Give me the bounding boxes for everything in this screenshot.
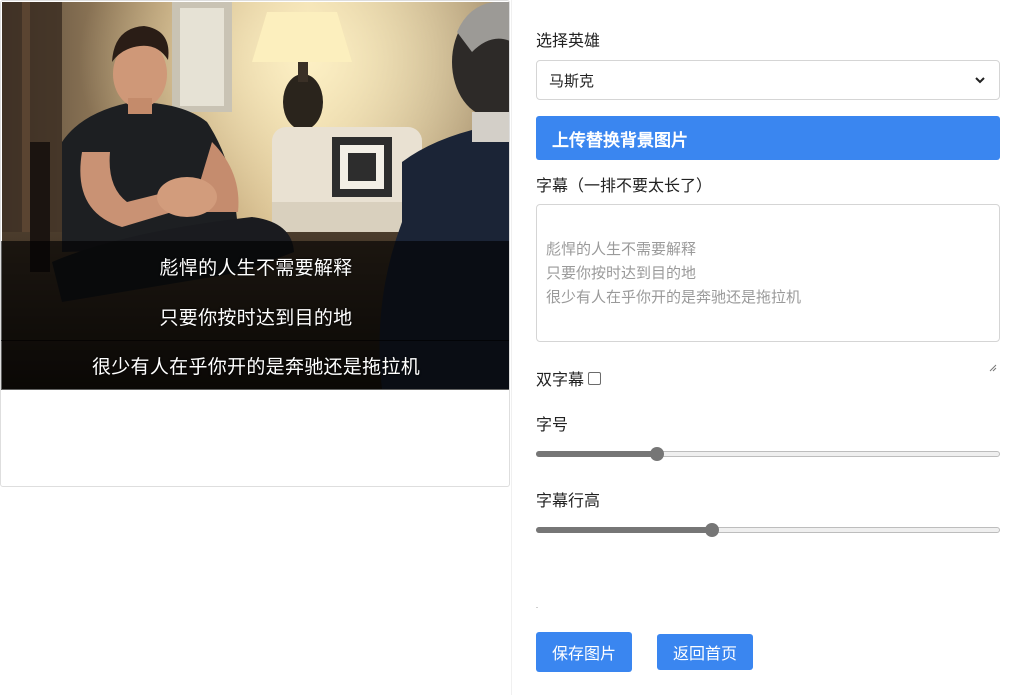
subtitle-line-1: 彪悍的人生不需要解释 xyxy=(1,241,509,291)
save-image-button[interactable]: 保存图片 xyxy=(536,632,632,672)
subtitle-text-2: 只要你按时达到目的地 xyxy=(159,306,353,329)
subtitle-textarea[interactable]: 彪悍的人生不需要解释 只要你按时达到目的地 很少有人在乎你开的是奔驰还是拖拉机 xyxy=(536,204,1000,372)
preview-card: 彪悍的人生不需要解释 只要你按时达到目的地 很少有人在乎你开的是奔驰还是拖拉机 xyxy=(0,0,510,487)
font-size-slider-fill xyxy=(536,451,657,457)
double-subtitle-row: 双字幕 xyxy=(536,367,602,389)
hero-label: 选择英雄 xyxy=(536,31,601,50)
line-height-label: 字幕行高 xyxy=(536,491,601,510)
font-size-slider[interactable] xyxy=(536,445,1000,465)
double-subtitle-label: 双字幕 xyxy=(536,370,585,389)
hero-select-value: 马斯克 xyxy=(549,71,595,90)
subtitle-line-3: 很少有人在乎你开的是奔驰还是拖拉机 xyxy=(1,340,509,390)
line-height-slider[interactable] xyxy=(536,521,1000,541)
double-subtitle-checkbox[interactable] xyxy=(588,371,602,385)
upload-background-button[interactable]: 上传替换背景图片 xyxy=(536,116,1000,160)
hero-select[interactable]: 马斯克 xyxy=(536,60,1000,100)
font-size-label: 字号 xyxy=(536,415,569,434)
column-divider xyxy=(511,0,512,695)
font-size-slider-thumb[interactable] xyxy=(650,447,664,461)
subtitle-line-2: 只要你按时达到目的地 xyxy=(1,291,509,341)
line-height-slider-fill xyxy=(536,527,712,533)
meme-generator-page: 彪悍的人生不需要解释 只要你按时达到目的地 很少有人在乎你开的是奔驰还是拖拉机 … xyxy=(0,0,1022,695)
back-home-button[interactable]: 返回首页 xyxy=(657,634,753,670)
divider-dot xyxy=(536,607,538,608)
subtitle-text-1: 彪悍的人生不需要解释 xyxy=(159,256,353,279)
chevron-down-icon xyxy=(973,73,987,87)
subtitle-label: 字幕（一排不要太长了） xyxy=(536,176,713,195)
line-height-slider-thumb[interactable] xyxy=(705,523,719,537)
subtitle-text-3: 很少有人在乎你开的是奔驰还是拖拉机 xyxy=(91,355,421,378)
subtitle-textarea-placeholder: 彪悍的人生不需要解释 只要你按时达到目的地 很少有人在乎你开的是奔驰还是拖拉机 xyxy=(546,240,802,306)
resize-grip-icon[interactable] xyxy=(989,331,997,372)
